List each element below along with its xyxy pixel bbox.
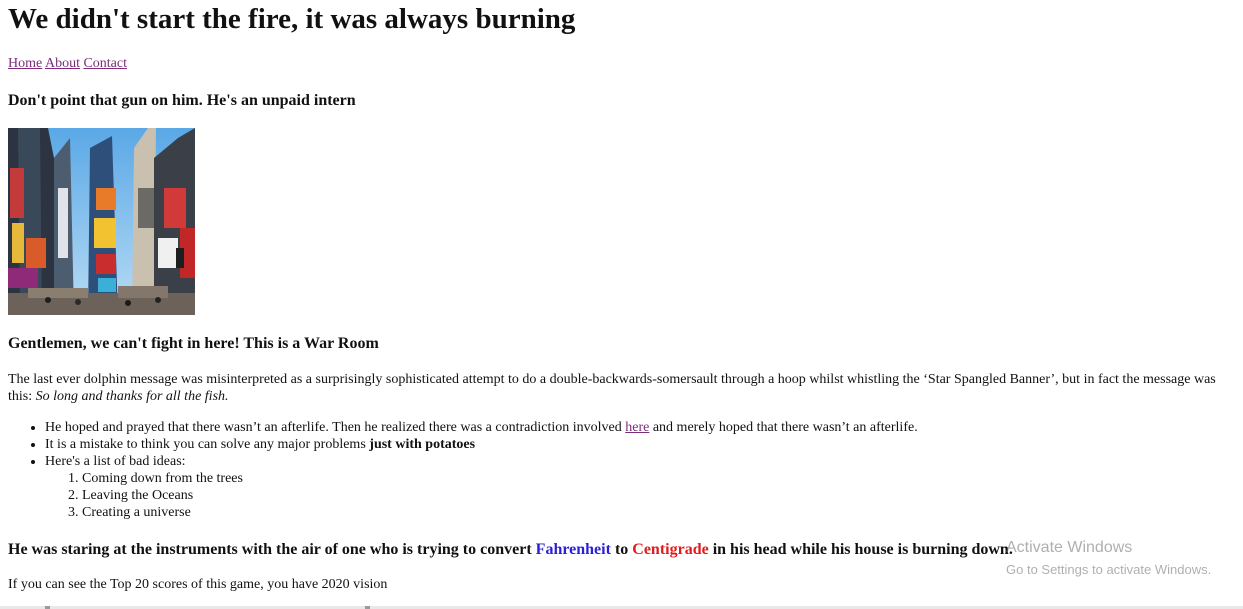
fahrenheit-label: Fahrenheit — [535, 541, 611, 558]
watermark-subtitle: Go to Settings to activate Windows. — [1006, 562, 1212, 577]
list-item: Coming down from the trees — [82, 470, 918, 487]
nav-bar: Home About Contact — [8, 55, 127, 72]
potatoes-bold: just with potatoes — [369, 437, 476, 452]
instruments-text-2: to — [610, 541, 633, 558]
list-item: Creating a universe — [82, 504, 918, 521]
afterlife-text-before: He hoped and prayed that there wasn’t an… — [45, 420, 626, 435]
centigrade-label: Centigrade — [632, 541, 709, 558]
subheading-instruments: He was staring at the instruments with t… — [8, 540, 1013, 559]
times-square-image — [8, 128, 195, 315]
nav-link-contact[interactable]: Contact — [83, 56, 127, 71]
here-link[interactable]: here — [625, 420, 649, 435]
list-item: It is a mistake to think you can solve a… — [45, 436, 918, 453]
bad-ideas-label: Here's a list of bad ideas: — [45, 454, 186, 469]
list-item: Leaving the Oceans — [82, 487, 918, 504]
potatoes-text: It is a mistake to think you can solve a… — [45, 437, 370, 452]
subheading-war-room: Gentlemen, we can't fight in here! This … — [8, 335, 379, 352]
list-item: He hoped and prayed that there wasn’t an… — [45, 419, 918, 436]
nav-link-home[interactable]: Home — [8, 56, 42, 71]
instruments-text-1: He was staring at the instruments with t… — [8, 541, 536, 558]
activate-windows-watermark: Activate Windows Go to Settings to activ… — [1006, 538, 1211, 578]
watermark-title: Activate Windows — [1006, 539, 1133, 556]
dolphin-paragraph: The last ever dolphin message was misint… — [8, 371, 1233, 405]
bullet-list: He hoped and prayed that there wasn’t an… — [8, 419, 918, 521]
bad-ideas-list: Coming down from the trees Leaving the O… — [45, 470, 918, 521]
instruments-text-3: in his head while his house is burning d… — [708, 541, 1013, 558]
list-item: Here's a list of bad ideas: Coming down … — [45, 453, 918, 521]
subheading-intern: Don't point that gun on him. He's an unp… — [8, 92, 356, 109]
nav-link-about[interactable]: About — [45, 56, 80, 71]
page-title: We didn't start the fire, it was always … — [8, 3, 576, 35]
dolphin-paragraph-quote: So long and thanks for all the fish. — [35, 389, 229, 404]
afterlife-text-after: and merely hoped that there wasn’t an af… — [649, 420, 918, 435]
vision-paragraph: If you can see the Top 20 scores of this… — [8, 577, 388, 592]
